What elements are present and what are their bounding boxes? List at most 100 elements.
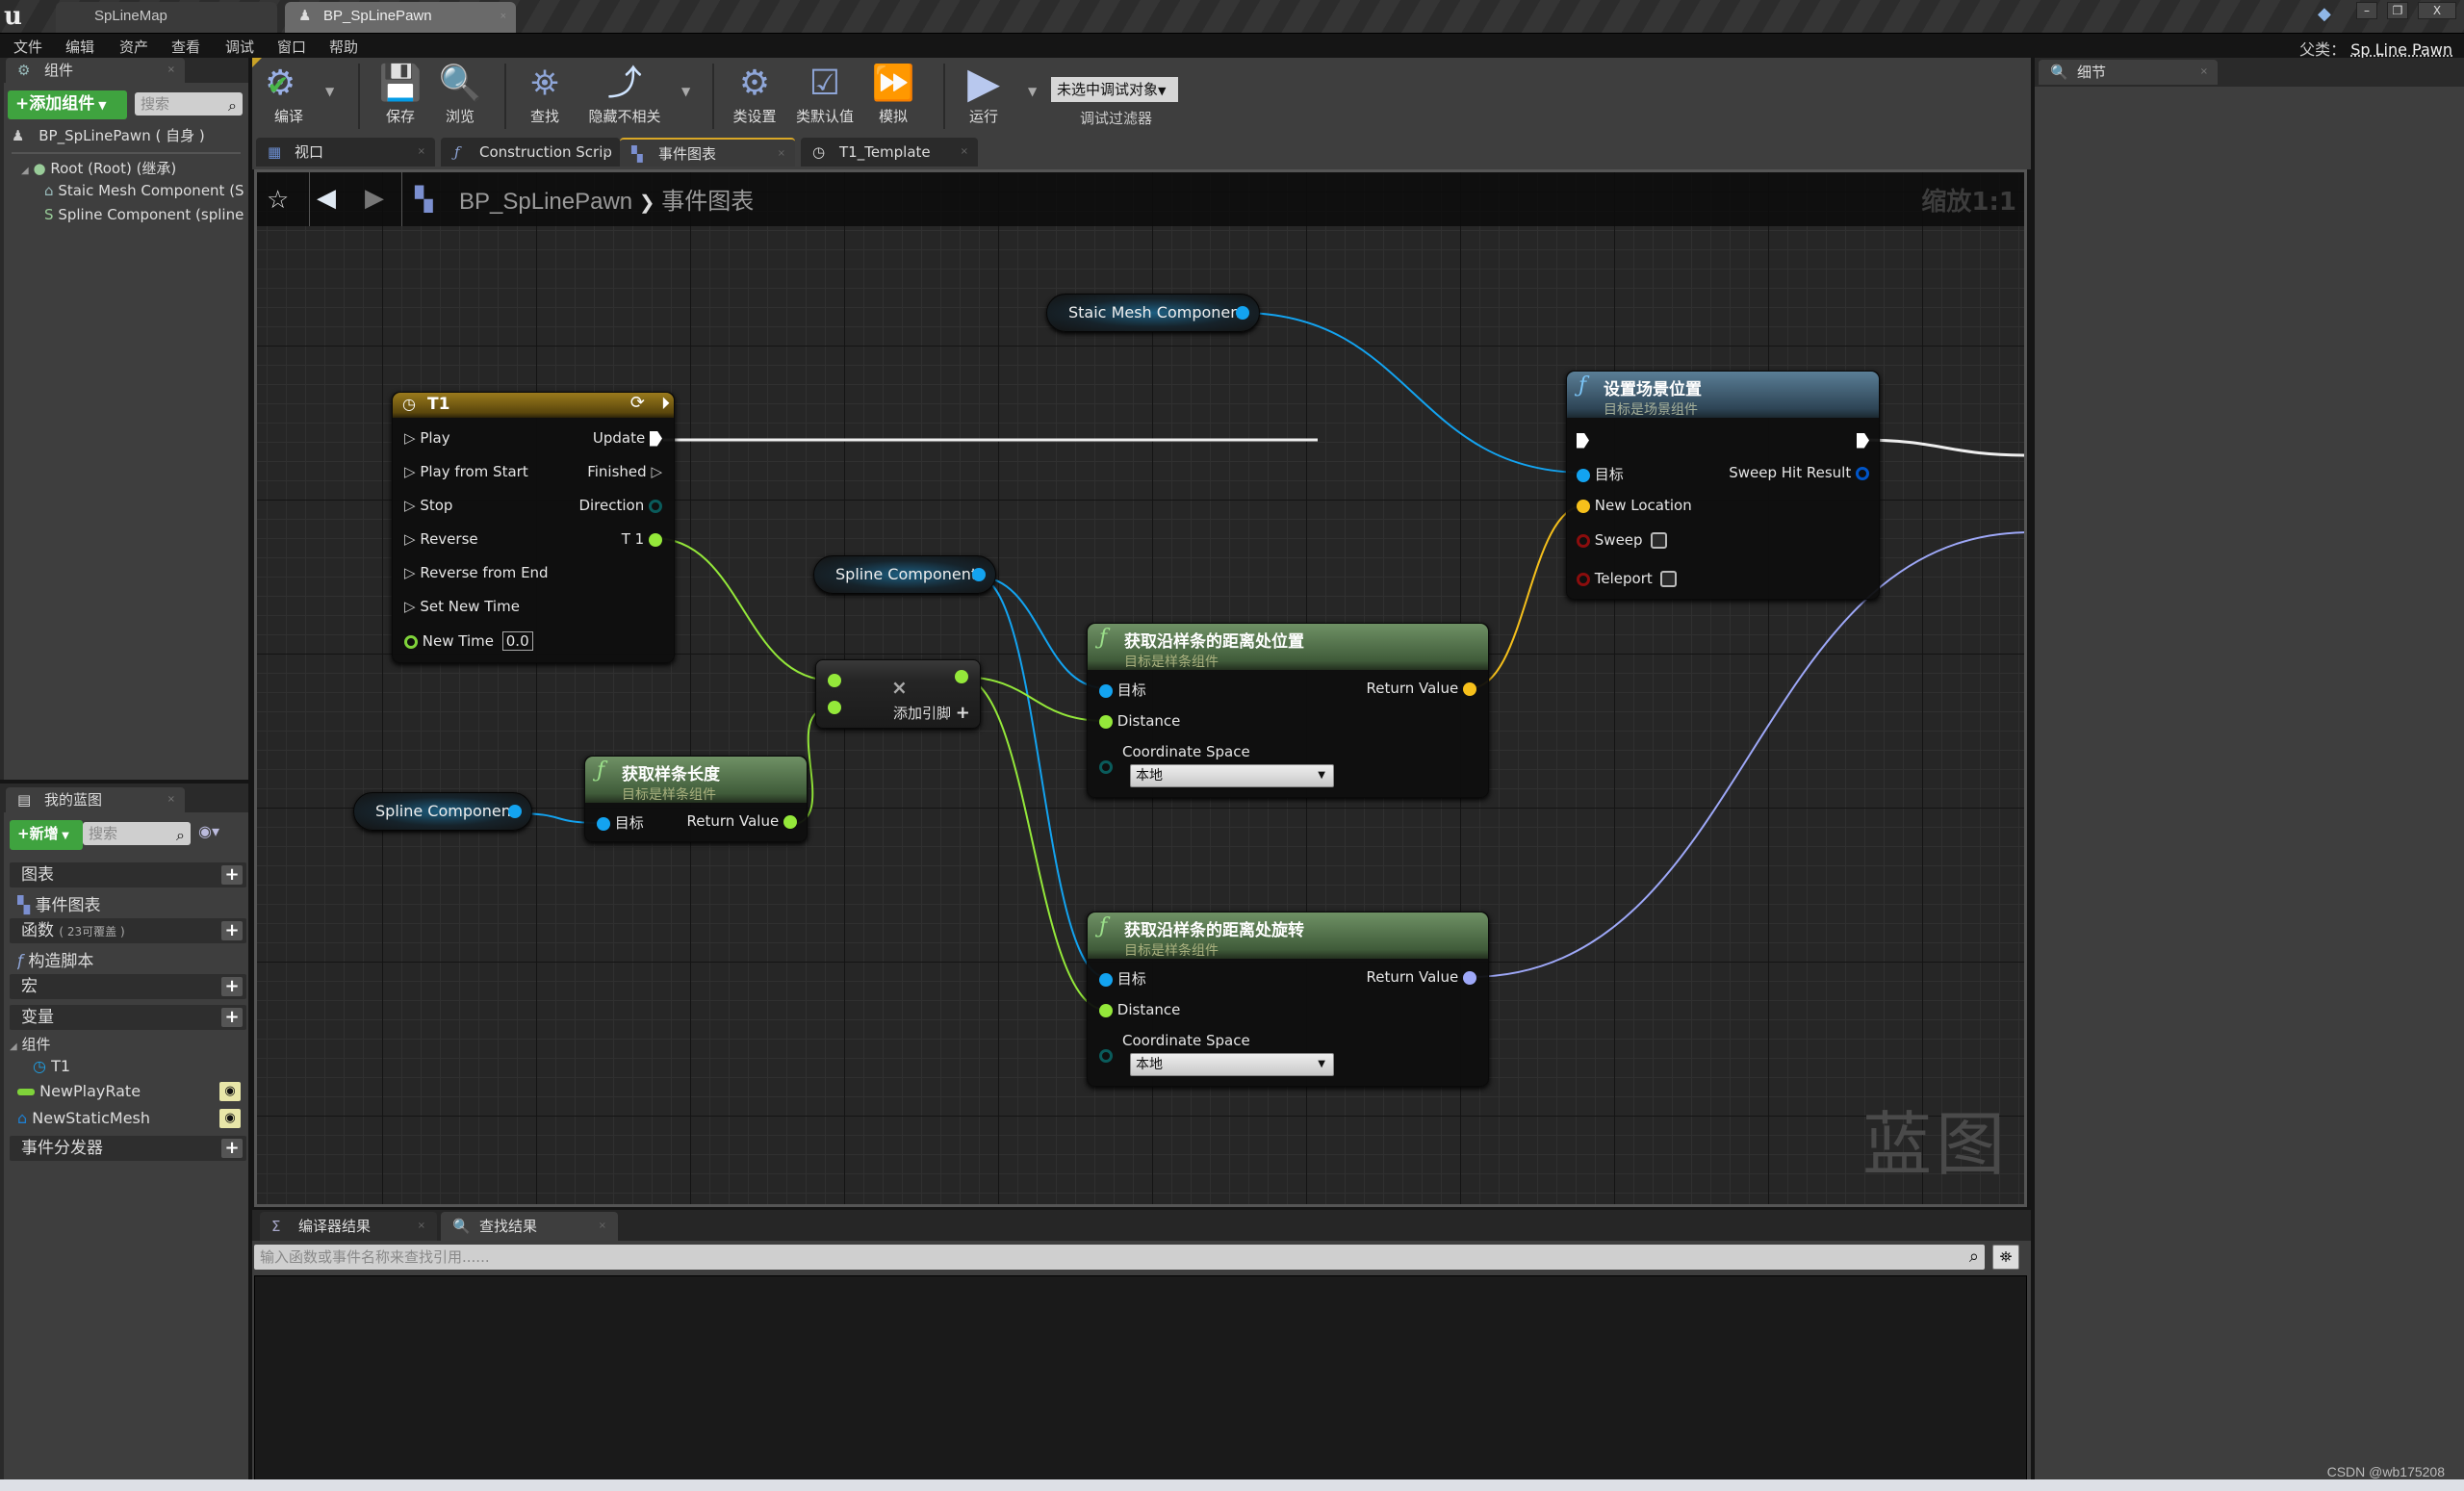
coord-space-select[interactable]: 本地 ▼ xyxy=(1130,764,1334,787)
exec-out-pin[interactable] xyxy=(1857,431,1869,449)
event-graph-canvas[interactable]: ☆ ◀ ▶ ▚ BP_SpLinePawn ❯ 事件图表 缩放1:1 Staic… xyxy=(254,169,2027,1207)
exec-in-pin[interactable] xyxy=(1577,431,1589,449)
graph-item-event-graph[interactable]: ▚ 事件图表 xyxy=(17,891,100,915)
sweep-checkbox[interactable] xyxy=(1650,532,1667,549)
close-tab-icon[interactable]: × xyxy=(167,787,175,812)
section-event-dispatchers[interactable]: 事件分发器 + xyxy=(10,1136,246,1161)
pin-target[interactable]: 目标 xyxy=(1099,968,1146,989)
autoplay-icon[interactable]: ⏵ xyxy=(661,394,670,414)
teleport-checkbox[interactable] xyxy=(1659,571,1677,587)
section-graphs[interactable]: 图表 + xyxy=(10,862,246,887)
close-tab-icon[interactable]: × xyxy=(418,1212,425,1241)
favorite-star-icon[interactable]: ☆ xyxy=(267,186,289,215)
visibility-eye-icon[interactable]: ◉ xyxy=(219,1082,241,1101)
menu-help[interactable]: 帮助 xyxy=(329,37,358,57)
close-window-button[interactable]: X xyxy=(2418,2,2456,19)
pin-update[interactable]: Update xyxy=(593,429,662,447)
hide-unrelated-button[interactable]: ⤴ 隐藏不相关 xyxy=(583,62,666,126)
pin-play[interactable]: ▷ Play xyxy=(404,429,450,447)
pin-distance[interactable]: Distance xyxy=(1099,1001,1180,1018)
tab-event-graph[interactable]: ▚ 事件图表 × xyxy=(620,138,795,167)
details-tab[interactable]: 🔍 细节 × xyxy=(2039,60,2218,85)
pin-return-value[interactable]: Return Value xyxy=(1366,968,1476,986)
find-input[interactable]: 输入函数或事件名称来查找引用...... ⌕ xyxy=(254,1245,1985,1270)
simulate-button[interactable]: ⏩ 模拟 xyxy=(864,62,922,126)
self-item[interactable]: ♟ BP_SpLinePawn ( 自身 ) xyxy=(12,125,205,145)
pin-stop[interactable]: ▷ Stop xyxy=(404,497,452,514)
compile-button[interactable]: ⚙✔ 编译 xyxy=(260,62,318,126)
tab-construction-script[interactable]: ƒ Construction Scrip × xyxy=(441,138,620,167)
tree-item-spline[interactable]: S Spline Component (spline( xyxy=(44,206,244,223)
close-tab-icon[interactable]: × xyxy=(961,138,968,167)
find-button[interactable]: ⛯ 查找 xyxy=(516,62,574,126)
parent-class-link[interactable]: Sp Line Pawn xyxy=(2350,40,2452,59)
coord-space-select[interactable]: 本地 ▼ xyxy=(1130,1053,1334,1076)
add-new-button[interactable]: +新增 ▼ xyxy=(10,820,83,850)
pin-return-value[interactable]: Return Value xyxy=(1366,680,1476,697)
node-multiply[interactable]: × 添加引脚 + xyxy=(815,659,981,729)
tree-item-static-mesh[interactable]: ⌂ Staic Mesh Component (St xyxy=(44,182,244,199)
find-in-all-blueprints-binoculars-icon[interactable]: ⛯ xyxy=(1992,1245,2019,1270)
variable-item-newstaticmesh[interactable]: ⌂ NewStaticMesh xyxy=(17,1109,229,1127)
pin-return-value[interactable]: Return Value xyxy=(686,812,797,830)
node-get-rotation-at-distance[interactable]: ƒ 获取沿样条的距离处旋转 目标是样条组件 目标 Return Value Di… xyxy=(1087,912,1489,1087)
section-functions[interactable]: 函数 ( 23可覆盖 ) + xyxy=(10,918,246,943)
tab-viewport[interactable]: ▦ 视口 × xyxy=(256,138,435,167)
pin-target[interactable]: 目标 xyxy=(1577,464,1624,484)
pin-new-time[interactable]: New Time 0.0 xyxy=(404,631,533,651)
add-function-button[interactable]: + xyxy=(221,921,243,940)
float-pin-icon[interactable] xyxy=(828,674,841,687)
pin-teleport[interactable]: Teleport xyxy=(1577,570,1677,587)
add-dispatcher-button[interactable]: + xyxy=(221,1139,243,1158)
variable-item-newplayrate[interactable]: NewPlayRate xyxy=(17,1082,229,1100)
view-options-eye-icon[interactable]: ◉▾ xyxy=(198,822,219,840)
loop-icon[interactable]: ⟳ xyxy=(630,393,645,413)
function-item-construction-script[interactable]: ƒ 构造脚本 xyxy=(17,947,93,971)
node-timeline-t1[interactable]: ◷ T1 ⟳ ⏵ ▷ Play ▷ Play from Start ▷ Stop… xyxy=(392,392,675,663)
add-variable-button[interactable]: + xyxy=(221,1008,243,1027)
doc-tab-splinemap[interactable]: SpLineMap xyxy=(56,2,277,33)
close-tab-icon[interactable]: × xyxy=(778,140,785,168)
add-graph-button[interactable]: + xyxy=(221,865,243,885)
menu-window[interactable]: 窗口 xyxy=(277,37,306,57)
close-tab-icon[interactable]: × xyxy=(418,138,425,167)
play-button[interactable]: ▶ 运行 xyxy=(955,62,1013,126)
section-macros[interactable]: 宏 + xyxy=(10,974,246,999)
back-arrow-icon[interactable]: ◀ xyxy=(317,184,336,213)
pin-new-location[interactable]: New Location xyxy=(1577,497,1692,514)
section-variables[interactable]: 变量 + xyxy=(10,1005,246,1030)
enum-pin-icon[interactable] xyxy=(1099,760,1113,774)
enum-pin-icon[interactable] xyxy=(1099,1049,1113,1063)
component-item-t1[interactable]: ◷ T1 xyxy=(33,1057,70,1075)
pin-t1-output[interactable]: T 1 xyxy=(622,530,662,548)
close-tab-icon[interactable]: × xyxy=(167,58,175,83)
node-static-mesh-component[interactable]: Staic Mesh Component xyxy=(1046,294,1260,332)
pin-sweep[interactable]: Sweep xyxy=(1577,531,1667,549)
components-tab[interactable]: ⚙ 组件 × xyxy=(6,58,185,83)
object-pin-icon[interactable] xyxy=(508,805,522,818)
class-defaults-button[interactable]: ☑ 类默认值 xyxy=(793,62,857,126)
breadcrumb-root[interactable]: BP_SpLinePawn xyxy=(459,189,632,215)
menu-asset[interactable]: 资产 xyxy=(119,37,148,57)
menu-edit[interactable]: 编辑 xyxy=(65,37,94,57)
doc-tab-bp-splinepawn[interactable]: ♟ BP_SpLinePawn × xyxy=(285,2,516,33)
tab-t1-template[interactable]: ◷ T1_Template × xyxy=(801,138,978,167)
add-component-button[interactable]: +添加组件 ▼ xyxy=(8,90,127,119)
hide-unrelated-dropdown[interactable]: ▼ xyxy=(681,85,690,98)
pin-set-new-time[interactable]: ▷ Set New Time xyxy=(404,598,520,615)
my-blueprint-search-input[interactable]: 搜索 ⌕ xyxy=(83,822,191,845)
visibility-eye-icon[interactable]: ◉ xyxy=(219,1109,241,1128)
restore-button[interactable]: ❐ xyxy=(2387,2,2408,19)
tab-compiler-results[interactable]: Σ 编译器结果 × xyxy=(260,1212,437,1241)
feedback-icon[interactable]: ◆ xyxy=(2318,4,2331,24)
float-pin-icon[interactable] xyxy=(828,701,841,714)
pin-play-from-start[interactable]: ▷ Play from Start xyxy=(404,463,528,480)
debug-object-select[interactable]: 未选中调试对象▼ xyxy=(1051,77,1178,102)
tab-find-results[interactable]: 🔍 查找结果 × xyxy=(441,1212,618,1241)
pin-direction[interactable]: Direction xyxy=(578,497,662,514)
node-get-spline-length[interactable]: ƒ 获取样条长度 目标是样条组件 目标 Return Value xyxy=(584,756,808,842)
class-settings-button[interactable]: ⚙ 类设置 xyxy=(726,62,783,126)
node-set-world-location[interactable]: ƒ 设置场景位置 目标是场景组件 目标 Sweep Hit Result New… xyxy=(1566,371,1880,600)
node-get-location-at-distance[interactable]: ƒ 获取沿样条的距离处位置 目标是样条组件 目标 Return Value Di… xyxy=(1087,623,1489,798)
minimize-button[interactable]: – xyxy=(2356,2,2377,19)
